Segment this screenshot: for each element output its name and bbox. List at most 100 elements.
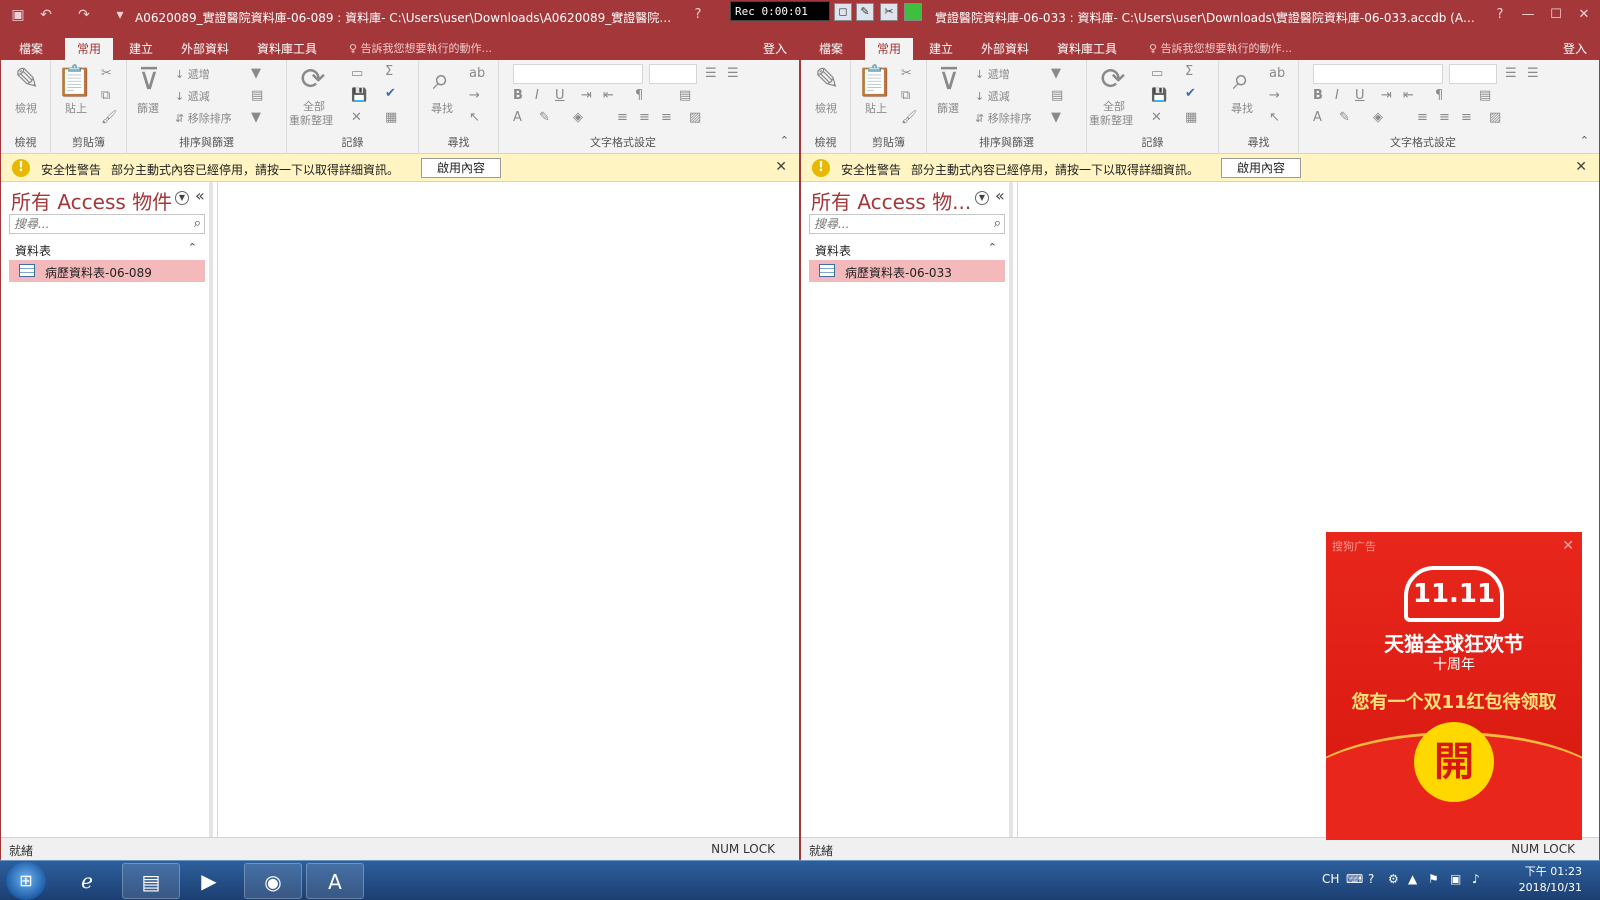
ie-icon[interactable]: ℯ xyxy=(58,863,116,899)
file-explorer-icon[interactable]: ▤ xyxy=(122,863,180,899)
tab-home[interactable]: 常用 xyxy=(865,38,914,60)
copy-icon[interactable]: ⧉ xyxy=(101,88,110,103)
tell-me-box[interactable]: ♀ 告訴我您想要執行的動作... xyxy=(349,38,492,60)
sign-in-link[interactable]: 登入 xyxy=(1563,38,1587,60)
collapse-ribbon-icon[interactable]: ⌃ xyxy=(1580,134,1589,147)
delete-record-icon[interactable]: ✕ xyxy=(1151,110,1162,125)
view-icon[interactable]: ✎ xyxy=(7,62,47,97)
nav-section-tables[interactable]: 資料表 ⌃ xyxy=(809,238,1005,260)
chevron-down-icon[interactable]: ▼ xyxy=(175,191,189,205)
fill-color-icon[interactable]: ◈ xyxy=(1373,110,1383,125)
close-icon[interactable]: ✕ xyxy=(775,159,787,175)
nav-item-table[interactable]: 病歷資料表-06-089 xyxy=(9,260,205,282)
enable-content-button[interactable]: 啟用內容 xyxy=(1221,158,1301,178)
align-left-icon[interactable]: ≡ xyxy=(617,110,628,125)
goto-icon[interactable]: → xyxy=(1269,88,1280,103)
font-color-icon[interactable]: A xyxy=(513,110,522,125)
highlight-icon[interactable]: ✎ xyxy=(1339,110,1350,125)
italic-icon[interactable]: I xyxy=(1335,88,1339,103)
font-size-box[interactable] xyxy=(1449,64,1497,84)
gridlines-icon[interactable]: ▤ xyxy=(1479,88,1491,103)
outdent-icon[interactable]: ⇤ xyxy=(1403,88,1414,103)
italic-icon[interactable]: I xyxy=(535,88,539,103)
numbering-icon[interactable]: ☰ xyxy=(727,66,739,81)
save-record-icon[interactable]: 💾 xyxy=(351,88,367,103)
search-input[interactable] xyxy=(810,215,980,233)
underline-icon[interactable]: U xyxy=(1355,88,1365,103)
maximize-icon[interactable]: ☐ xyxy=(1545,6,1567,24)
paragraph-icon[interactable]: ¶ xyxy=(635,88,643,103)
more-icon[interactable]: ▦ xyxy=(1185,110,1197,125)
search-input[interactable] xyxy=(10,215,180,233)
tab-database-tools[interactable]: 資料庫工具 xyxy=(245,38,329,60)
search-icon[interactable]: ⌕ xyxy=(194,216,201,231)
nav-item-table[interactable]: 病歷資料表-06-033 xyxy=(809,260,1005,282)
find-icon[interactable]: ⌕ xyxy=(1221,62,1261,97)
new-record-icon[interactable]: ▭ xyxy=(351,66,363,81)
highlight-icon[interactable]: ✎ xyxy=(539,110,550,125)
camera-icon[interactable]: ◻ xyxy=(834,3,852,21)
font-color-icon[interactable]: A xyxy=(1313,110,1322,125)
stop-icon[interactable] xyxy=(904,3,922,21)
format-painter-icon[interactable]: 🖌 xyxy=(101,110,118,125)
collapse-ribbon-icon[interactable]: ⌃ xyxy=(780,134,789,147)
find-icon[interactable]: ⌕ xyxy=(421,62,461,97)
tab-home[interactable]: 常用 xyxy=(65,38,114,60)
totals-icon[interactable]: Σ xyxy=(1185,64,1193,79)
help-icon[interactable]: ? xyxy=(1368,872,1374,886)
underline-icon[interactable]: U xyxy=(555,88,565,103)
search-icon[interactable]: ⌕ xyxy=(994,216,1001,231)
replace-icon[interactable]: ab xyxy=(469,66,485,81)
align-right-icon[interactable]: ≡ xyxy=(661,110,672,125)
fill-color-icon[interactable]: ◈ xyxy=(573,110,583,125)
advanced-icon[interactable]: ▤ xyxy=(1051,88,1063,103)
tab-create[interactable]: 建立 xyxy=(917,38,965,60)
new-record-icon[interactable]: ▭ xyxy=(1151,66,1163,81)
remove-sort-button[interactable]: ⇵ 移除排序 xyxy=(975,110,1032,126)
totals-icon[interactable]: Σ xyxy=(385,64,393,79)
selection-icon[interactable]: ▼ xyxy=(251,66,261,81)
tab-external-data[interactable]: 外部資料 xyxy=(969,38,1041,60)
sort-ascending-button[interactable]: ↓ 遞增 xyxy=(975,66,1010,82)
sort-descending-button[interactable]: ↓ 遞減 xyxy=(975,88,1010,104)
sort-descending-button[interactable]: ↓ 遞減 xyxy=(175,88,210,104)
indent-icon[interactable]: ⇥ xyxy=(1381,88,1392,103)
cut-icon[interactable]: ✂ xyxy=(101,66,112,81)
paragraph-icon[interactable]: ¶ xyxy=(1435,88,1443,103)
select-icon[interactable]: ↖ xyxy=(1269,110,1280,125)
replace-icon[interactable]: ab xyxy=(1269,66,1285,81)
nav-section-tables[interactable]: 資料表 ⌃ xyxy=(9,238,205,260)
format-painter-icon[interactable]: 🖌 xyxy=(901,110,918,125)
bold-icon[interactable]: B xyxy=(513,88,523,103)
view-icon[interactable]: ✎ xyxy=(807,62,847,97)
sign-in-link[interactable]: 登入 xyxy=(763,38,787,60)
more-icon[interactable]: ▦ xyxy=(385,110,397,125)
volume-icon[interactable]: ♪ xyxy=(1472,872,1480,886)
bullets-icon[interactable]: ☰ xyxy=(705,66,717,81)
tab-external-data[interactable]: 外部資料 xyxy=(169,38,241,60)
align-center-icon[interactable]: ≡ xyxy=(1439,110,1450,125)
indent-icon[interactable]: ⇥ xyxy=(581,88,592,103)
clock[interactable]: 下午 01:23 2018/10/31 xyxy=(1519,864,1582,896)
save-record-icon[interactable]: 💾 xyxy=(1151,88,1167,103)
help-button[interactable]: ? xyxy=(687,6,709,24)
open-envelope-button[interactable]: 開 xyxy=(1414,722,1494,802)
advanced-icon[interactable]: ▤ xyxy=(251,88,263,103)
language-indicator[interactable]: CH xyxy=(1322,872,1339,886)
numbering-icon[interactable]: ☰ xyxy=(1527,66,1539,81)
enable-content-button[interactable]: 啟用內容 xyxy=(421,158,501,178)
tab-database-tools[interactable]: 資料庫工具 xyxy=(1045,38,1129,60)
start-button[interactable]: ⊞ xyxy=(6,862,46,900)
collapse-pane-icon[interactable]: « xyxy=(195,186,205,205)
delete-record-icon[interactable]: ✕ xyxy=(351,110,362,125)
media-player-icon[interactable]: ▶ xyxy=(180,863,238,899)
paste-icon[interactable]: 📋 xyxy=(855,64,895,99)
alternate-row-icon[interactable]: ▨ xyxy=(689,110,701,125)
sort-ascending-button[interactable]: ↓ 遞增 xyxy=(175,66,210,82)
tab-file[interactable]: 檔案 xyxy=(7,38,55,60)
close-icon[interactable]: ✕ xyxy=(1575,159,1587,175)
redo-icon[interactable]: ↷ xyxy=(75,6,93,24)
tell-me-box[interactable]: ♀ 告訴我您想要執行的動作... xyxy=(1149,38,1292,60)
alternate-row-icon[interactable]: ▨ xyxy=(1489,110,1501,125)
toggle-filter-icon[interactable]: ▼ xyxy=(1051,110,1061,125)
